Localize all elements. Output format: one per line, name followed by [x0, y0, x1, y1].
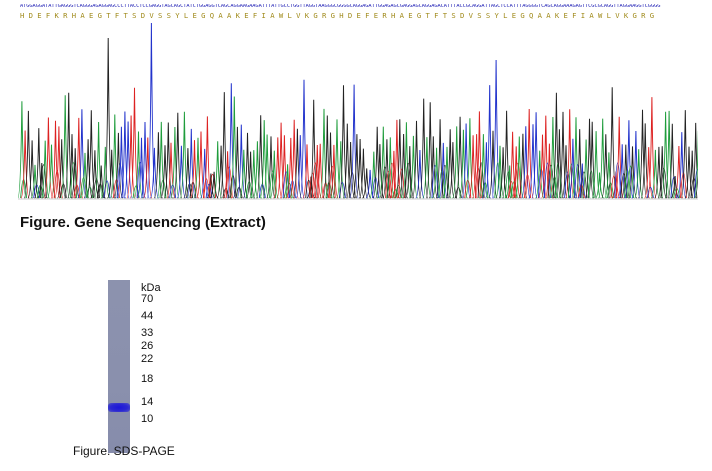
sequencing-chromatogram: [18, 22, 698, 200]
protein-band: [108, 403, 130, 412]
page: { "sequencing": { "dna_sequence": "ATGGA…: [0, 0, 712, 471]
marker-70-kda: 70: [141, 293, 154, 305]
protein-sequence-text: HDEFKRHAEGTFTSDVSSYLEGQAAKEFIAWLVKGRGHDE…: [20, 12, 659, 20]
gene-sequencing-caption: Figure. Gene Sequencing (Extract): [20, 214, 266, 231]
marker-14-kda: 14: [141, 396, 154, 408]
marker-10-kda: 10: [141, 413, 154, 425]
trace-peak-C: [299, 79, 309, 199]
marker-44-kda: 44: [141, 310, 154, 322]
dna-sequence-text: ATGGAGGATATTGAGGGTCAGGGAGAGGAGCCCTTACCTC…: [20, 4, 661, 9]
sds-page-caption: Figure. SDS-PAGE: [73, 444, 175, 458]
marker-26-kda: 26: [141, 340, 154, 352]
marker-33-kda: 33: [141, 327, 154, 339]
sds-page-lane: [108, 280, 130, 453]
marker-22-kda: 22: [141, 353, 154, 365]
marker-18-kda: 18: [141, 373, 154, 385]
trace-layer: [18, 22, 698, 199]
